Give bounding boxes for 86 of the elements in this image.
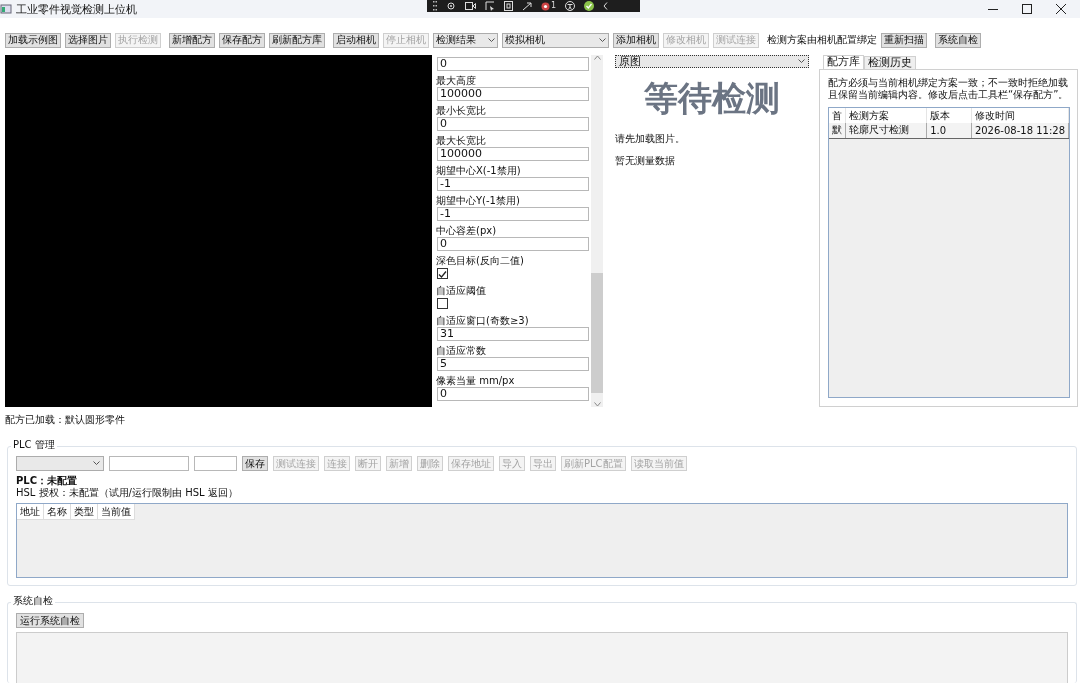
- status-message: 请先加载图片。: [615, 132, 686, 146]
- column-header[interactable]: 修改时间: [971, 108, 1069, 123]
- cursor-icon[interactable]: [485, 1, 495, 11]
- input-field[interactable]: 100000: [437, 147, 589, 161]
- recipe-note: 配方必须与当前相机绑定方案一致；不一致时拒绝加载且保留当前编辑内容。修改后点击工具栏“保存配方”。: [828, 77, 1070, 101]
- record-count: 1: [551, 2, 557, 10]
- field-label: 中心容差(px): [436, 224, 498, 237]
- field-label: 自适应常数: [436, 344, 487, 357]
- input-field[interactable]: 5: [437, 357, 589, 371]
- column-header[interactable]: 名称: [44, 504, 71, 519]
- toolbar-button[interactable]: 重新扫描: [881, 32, 927, 48]
- cast-icon[interactable]: [522, 1, 532, 11]
- dropdown[interactable]: 模拟相机: [502, 32, 609, 48]
- field-label: 像素当量 mm/px: [436, 374, 516, 387]
- table-cell: 2026-08-18 11:28: [971, 123, 1069, 138]
- input-field[interactable]: 100000: [437, 87, 589, 101]
- scrollbar[interactable]: [591, 55, 603, 407]
- group-title: 系统自检: [11, 595, 55, 607]
- column-header[interactable]: 版本: [926, 108, 972, 123]
- group-title: PLC 管理: [11, 439, 57, 451]
- toolbar-button[interactable]: 保存配方: [219, 32, 265, 48]
- table-cell: 轮廓尺寸检测: [845, 123, 927, 138]
- frame-icon[interactable]: [504, 1, 513, 11]
- dropdown-caret-icon: [599, 37, 606, 43]
- plc-status: PLC：未配置: [16, 475, 79, 487]
- checkbox[interactable]: [437, 298, 448, 309]
- toolbar-button[interactable]: 选择图片: [65, 32, 111, 48]
- column-header[interactable]: 首: [829, 108, 846, 123]
- accessibility-icon[interactable]: [565, 1, 576, 11]
- license-status: HSL 授权：未配置（试用/运行限制由 HSL 返回）: [16, 487, 239, 499]
- grip-icon: [433, 1, 437, 11]
- field-label: 深色目标(反向二值): [436, 254, 525, 267]
- check-circle-icon[interactable]: [584, 1, 595, 11]
- toolbar-button[interactable]: 添加相机: [613, 32, 659, 48]
- measurement-text: 暂无测量数据: [615, 154, 676, 168]
- column-header[interactable]: 类型: [71, 504, 98, 519]
- view-mode-dropdown[interactable]: 原图: [615, 55, 809, 68]
- input-field[interactable]: [194, 456, 237, 471]
- dropdown-caret-icon: [798, 59, 805, 64]
- toolbar-button[interactable]: 启动相机: [333, 32, 379, 48]
- input-field[interactable]: 31: [437, 327, 589, 341]
- close-icon[interactable]: [1056, 4, 1066, 14]
- toolbar-button[interactable]: 新增配方: [169, 32, 215, 48]
- input-field[interactable]: [109, 456, 189, 471]
- dropdown-caret-icon: [488, 37, 495, 43]
- input-field[interactable]: 0: [437, 57, 589, 71]
- binding-label: 检测方案由相机配置绑定: [767, 33, 877, 47]
- input-field[interactable]: 0: [437, 117, 589, 131]
- field-label: 最大高度: [436, 74, 477, 87]
- recipe-status: 配方已加载：默认圆形零件: [5, 414, 125, 425]
- run-self-test-button[interactable]: 运行系统自检: [16, 613, 84, 628]
- table-cell: 1.0: [926, 123, 972, 138]
- toolbar-button[interactable]: 刷新配方库: [269, 32, 325, 48]
- video-camera-icon[interactable]: [465, 2, 476, 10]
- field-label: 最大长宽比: [436, 134, 487, 147]
- maximize-icon[interactable]: [1022, 4, 1032, 14]
- field-label: 自适应阈值: [436, 284, 487, 297]
- scroll-down-icon[interactable]: [593, 402, 601, 407]
- dropdown-caret-icon: [93, 461, 100, 466]
- tab[interactable]: 检测历史: [864, 56, 916, 69]
- scroll-up-icon[interactable]: [593, 55, 601, 60]
- input-field[interactable]: 0: [437, 387, 589, 401]
- plc-button[interactable]: 保存: [242, 456, 268, 471]
- toolbar-button[interactable]: 系统自检: [935, 32, 981, 48]
- dropdown[interactable]: 检测结果: [433, 32, 498, 48]
- status-heading: 等待检测: [643, 77, 781, 120]
- check-icon: [438, 270, 447, 279]
- field-label: 期望中心Y(-1禁用): [436, 194, 521, 207]
- record-icon[interactable]: [541, 1, 550, 11]
- checkbox[interactable]: [437, 268, 448, 279]
- input-field[interactable]: 0: [437, 237, 589, 251]
- table-cell: 默: [829, 123, 846, 138]
- app-icon: [0, 3, 12, 15]
- input-field[interactable]: -1: [437, 177, 589, 191]
- window-title: 工业零件视觉检测上位机: [16, 1, 137, 17]
- column-header[interactable]: 检测方案: [845, 108, 927, 123]
- toolbar-button[interactable]: 加载示例图: [5, 32, 61, 48]
- field-label: 自适应窗口(奇数≥3): [436, 314, 530, 327]
- input-field[interactable]: -1: [437, 207, 589, 221]
- field-label: 期望中心X(-1禁用): [436, 164, 522, 177]
- column-header[interactable]: 地址: [17, 504, 44, 519]
- gear-icon[interactable]: [446, 1, 456, 11]
- field-label: 最小长宽比: [436, 104, 487, 117]
- column-header[interactable]: 当前值: [98, 504, 135, 519]
- tab[interactable]: 配方库: [823, 55, 864, 69]
- collapse-icon[interactable]: [603, 2, 609, 10]
